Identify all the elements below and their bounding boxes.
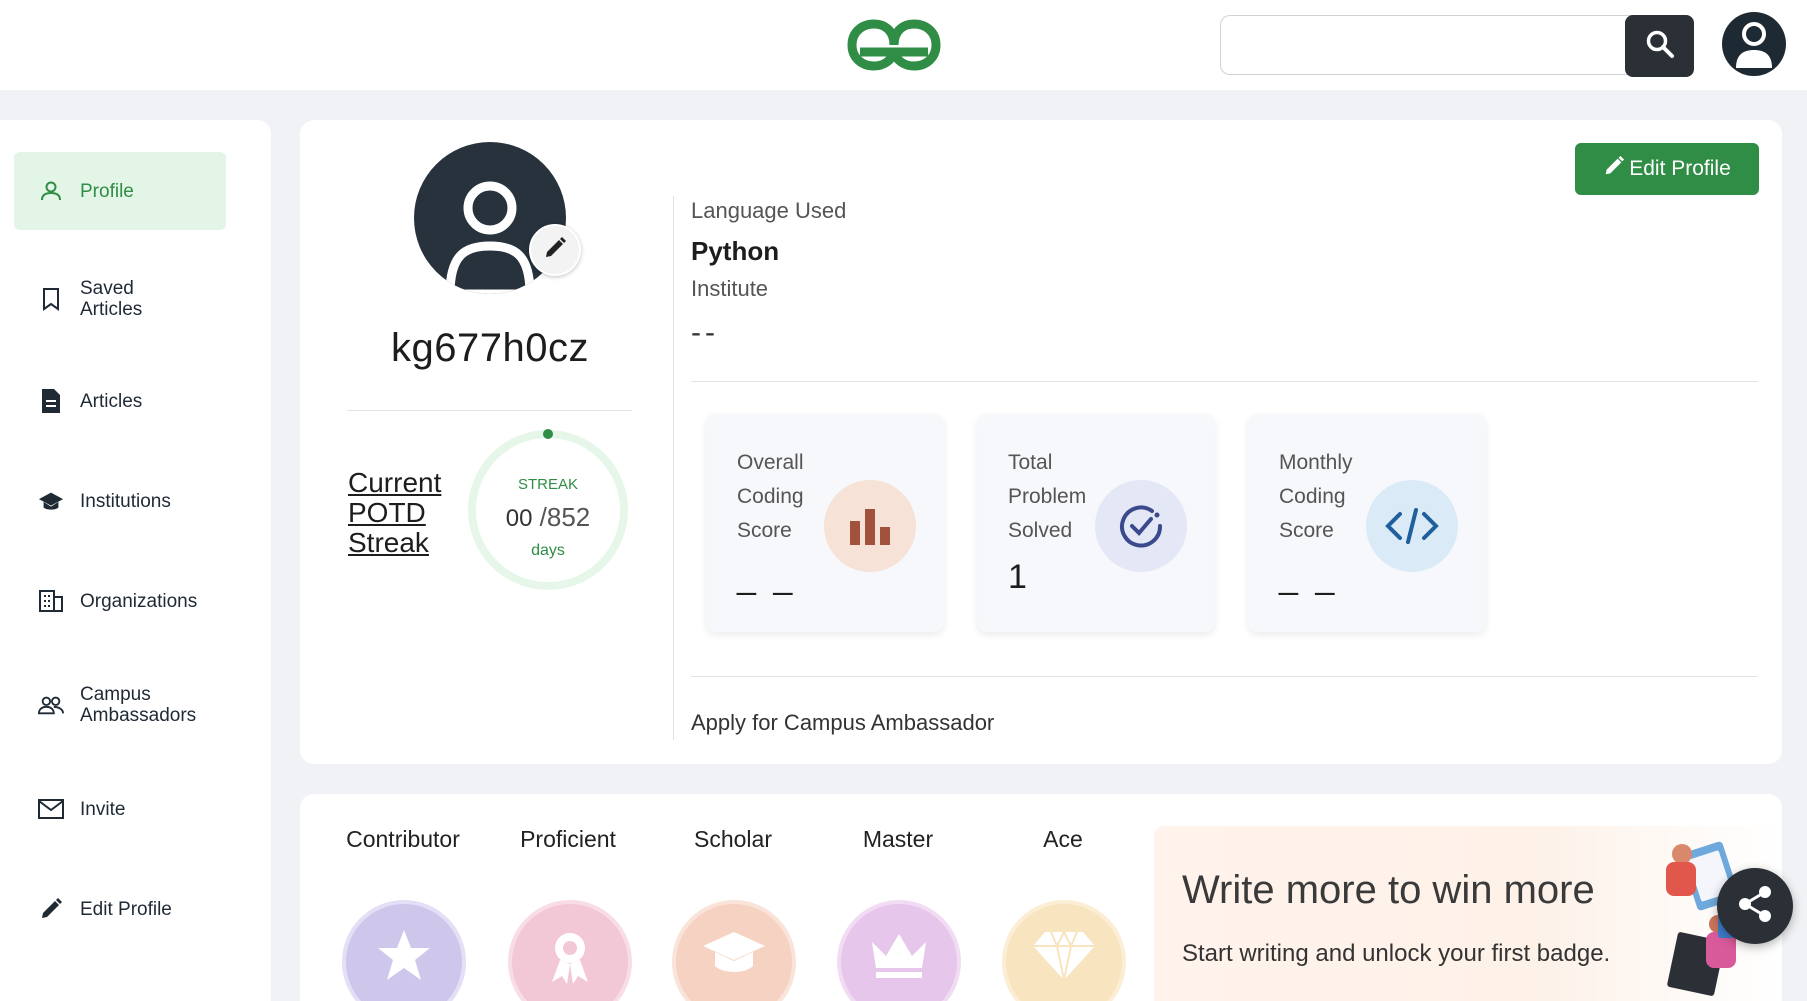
stat-value: _ _ [1279, 558, 1339, 596]
divider [691, 676, 1758, 677]
search-input[interactable] [1220, 15, 1632, 75]
share-button[interactable] [1717, 868, 1793, 944]
language-label: Language Used [691, 198, 847, 223]
apply-campus-ambassador-link[interactable]: Apply for Campus Ambassador [691, 710, 994, 736]
user-avatar-icon [1722, 12, 1786, 76]
streak-total: /852 [539, 502, 591, 532]
search-icon [1645, 29, 1675, 64]
sidebar-item-label: Articles [80, 390, 143, 412]
share-icon [1735, 884, 1775, 929]
sidebar-item-label: Institutions [80, 490, 171, 512]
profile-card: kg677h0cz Current POTD Streak STREAK 00 … [300, 120, 1782, 764]
promo-title: Write more to win more [1182, 868, 1595, 912]
sidebar: Profile Saved Articles Articles Institut… [0, 120, 271, 1001]
sidebar-item-edit-profile[interactable]: Edit Profile [14, 870, 226, 948]
pencil-icon [38, 896, 64, 922]
sidebar-item-label: Invite [80, 798, 126, 820]
search-bar [1220, 15, 1694, 77]
badge-name: Contributor [346, 826, 460, 852]
monthly-coding-score-card: Monthly Coding Score _ _ [1248, 414, 1486, 632]
stat-value: _ _ [737, 558, 797, 596]
edit-profile-button[interactable]: Edit Profile [1575, 143, 1759, 195]
star-icon [342, 900, 466, 1001]
divider [347, 410, 632, 411]
gfg-logo-icon[interactable] [846, 18, 942, 72]
vertical-divider [673, 196, 674, 740]
sidebar-item-label: Organizations [80, 590, 198, 612]
promo-subtitle: Start writing and unlock your first badg… [1182, 940, 1611, 967]
edit-profile-label: Edit Profile [1629, 157, 1731, 180]
sidebar-item-saved-articles[interactable]: Saved Articles [14, 260, 226, 338]
institute-label: Institute [691, 276, 769, 301]
badge-name: Master [862, 826, 934, 852]
sidebar-item-label: Campus Ambassadors [80, 684, 197, 726]
divider [691, 381, 1758, 382]
potd-streak-link[interactable]: Current POTD Streak [348, 468, 458, 558]
mail-icon [38, 796, 64, 822]
badge-proficient[interactable]: Proficient [498, 826, 638, 853]
sidebar-item-institutions[interactable]: Institutions [14, 462, 226, 540]
badge-scholar[interactable]: Scholar [663, 826, 803, 853]
document-icon [38, 388, 64, 414]
username: kg677h0cz [391, 326, 589, 370]
total-problem-solved-card: Total Problem Solved 1 [977, 414, 1215, 632]
bookmark-icon [38, 286, 64, 312]
bar-chart-icon [824, 480, 916, 572]
people-icon [38, 692, 64, 718]
check-circle-icon [1095, 480, 1187, 572]
badge-name: Proficient [520, 826, 616, 852]
institute-value: -- [691, 316, 719, 349]
badge-name: Scholar [694, 826, 772, 852]
graduation-cap-icon [38, 488, 64, 514]
badge-contributor[interactable]: Contributor [333, 826, 473, 853]
top-header [0, 0, 1807, 90]
streak-value: 00 /852 [464, 502, 632, 533]
diamond-icon [1002, 900, 1126, 1001]
sidebar-item-label: Saved Articles [80, 278, 143, 320]
badge-master[interactable]: Master [828, 826, 968, 853]
overall-coding-score-card: Overall Coding Score _ _ [706, 414, 944, 632]
search-button[interactable] [1625, 15, 1694, 77]
sidebar-item-label: Profile [80, 180, 134, 202]
streak-current: 00 [505, 505, 533, 532]
code-icon [1366, 480, 1458, 572]
crown-icon [837, 900, 961, 1001]
sidebar-item-campus-ambassadors[interactable]: Campus Ambassadors [14, 666, 226, 744]
badges-card: Contributor Proficient Scholar Master Ac… [300, 794, 1782, 1001]
badge-name: Ace [1043, 826, 1083, 852]
pencil-icon [1603, 155, 1625, 183]
edit-avatar-button[interactable] [529, 224, 581, 276]
sidebar-item-organizations[interactable]: Organizations [14, 562, 226, 640]
write-promo-banner: Write more to win more Start writing and… [1154, 826, 1782, 1001]
user-avatar-button[interactable] [1722, 12, 1786, 76]
sidebar-item-invite[interactable]: Invite [14, 770, 226, 848]
ribbon-icon [508, 900, 632, 1001]
streak-unit: days [531, 542, 565, 559]
pencil-icon [543, 236, 567, 265]
sidebar-item-profile[interactable]: Profile [14, 152, 226, 230]
building-icon [38, 588, 64, 614]
sidebar-item-label: Edit Profile [80, 898, 172, 920]
stat-value: 1 [1008, 558, 1031, 596]
sidebar-item-articles[interactable]: Articles [14, 362, 226, 440]
badge-ace[interactable]: Ace [993, 826, 1133, 853]
graduation-cap-icon [672, 900, 796, 1001]
user-icon [38, 178, 64, 204]
streak-title: STREAK [517, 476, 578, 493]
language-value: Python [691, 236, 780, 266]
